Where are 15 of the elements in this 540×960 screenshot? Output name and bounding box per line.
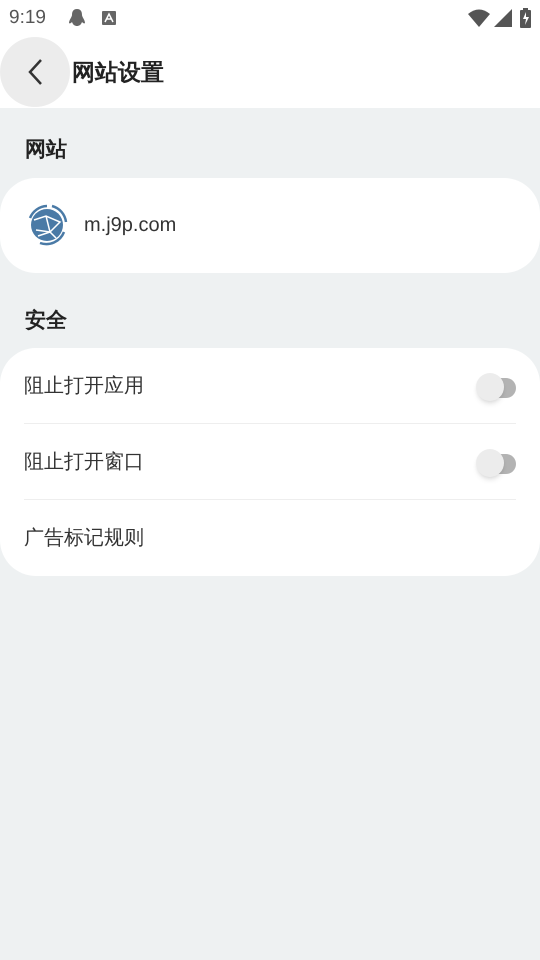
setting-label: 阻止打开窗口: [24, 450, 144, 474]
status-time: 9:19: [9, 6, 46, 30]
setting-label: 阻止打开应用: [24, 374, 144, 398]
toggle-switch[interactable]: [476, 372, 516, 400]
setting-label: 广告标记规则: [24, 526, 144, 551]
signal-icon: [494, 9, 512, 27]
page-title: 网站设置: [72, 58, 164, 87]
text-a-icon: [102, 11, 116, 25]
battery-icon: [520, 8, 531, 28]
wifi-icon: [468, 9, 490, 27]
penguin-icon: [68, 8, 86, 28]
site-address: m.j9p.com: [84, 213, 176, 238]
toggle-switch[interactable]: [476, 448, 516, 476]
section-title: 安全: [24, 308, 68, 334]
section-title: 网站: [24, 137, 68, 163]
